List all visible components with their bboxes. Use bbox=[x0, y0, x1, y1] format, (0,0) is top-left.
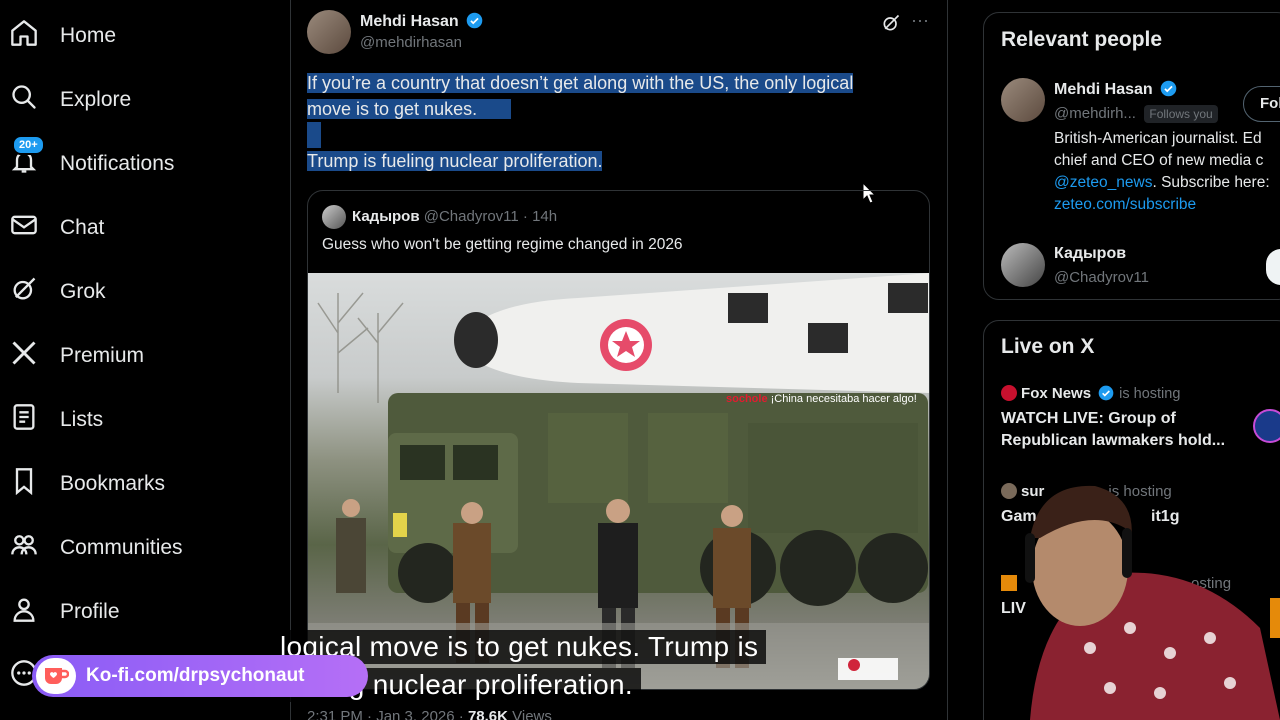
list-icon bbox=[10, 403, 38, 437]
person1-handle[interactable]: @mehdirh... bbox=[1054, 105, 1136, 122]
nav-label-bookmarks: Bookmarks bbox=[60, 472, 166, 495]
nav-label-lists: Lists bbox=[60, 408, 104, 431]
live-title-1: WATCH LIVE: Group of Republican lawmaker… bbox=[1001, 408, 1280, 452]
bio-url-link[interactable]: zeteo.com/subscribe bbox=[1054, 194, 1280, 216]
nav-label-notifications: Notifications bbox=[60, 152, 175, 175]
grok-icon bbox=[10, 275, 38, 309]
bookmark-icon bbox=[10, 467, 38, 501]
blank-line-selection bbox=[307, 122, 321, 148]
follow-button[interactable]: Fol bbox=[1243, 86, 1280, 122]
live-title-1-line-1: WATCH LIVE: Group of bbox=[1001, 410, 1176, 427]
tweet-text-line-2: move is to get nukes. bbox=[307, 99, 478, 119]
nav-item-explore[interactable]: Explore bbox=[10, 72, 131, 128]
tweet-detail: Mehdi Hasan @mehdirhasan ··· If you’re a… bbox=[291, 0, 947, 720]
verified-badge-icon bbox=[466, 12, 483, 29]
person1-name-row: Mehdi Hasan bbox=[1054, 80, 1177, 99]
tweet-timestamp[interactable]: 2:31 PM · Jan 3, 2026 · bbox=[307, 708, 464, 720]
kofi-cup-icon bbox=[36, 658, 76, 694]
quote-text: Guess who won't be getting regime change… bbox=[322, 236, 683, 253]
nav-item-bookmarks[interactable]: Bookmarks bbox=[10, 456, 165, 512]
quoted-tweet[interactable]: Кадыров @Chadyrov11 · 14h Guess who won'… bbox=[307, 190, 930, 690]
nav-item-premium[interactable]: Premium bbox=[10, 328, 144, 384]
media-overlay-user: sochole bbox=[726, 393, 768, 405]
bio-line-2: chief and CEO of new media c bbox=[1054, 152, 1264, 169]
notifications-badge: 20+ bbox=[12, 135, 45, 155]
person1-handle-row: @mehdirh... Follows you bbox=[1054, 105, 1218, 123]
nav-item-home[interactable]: Home bbox=[10, 8, 116, 64]
live-title-1-line-2: Republican lawmakers hold... bbox=[1001, 432, 1226, 449]
relevant-people-title: Relevant people bbox=[1001, 28, 1163, 51]
live-on-x-title: Live on X bbox=[1001, 335, 1095, 358]
nav-label-home: Home bbox=[60, 24, 117, 47]
mail-icon bbox=[10, 211, 38, 245]
x-logo-icon bbox=[10, 339, 38, 373]
relevant-people-panel: Relevant people Mehdi Hasan @mehdirh... … bbox=[983, 12, 1280, 300]
person2-name[interactable]: Кадыров bbox=[1054, 245, 1126, 263]
verified-badge-icon bbox=[1098, 385, 1115, 402]
tweet-text-line-3: Trump is fueling nuclear proliferation. bbox=[307, 151, 603, 171]
communities-icon bbox=[10, 531, 38, 565]
views-label: Views bbox=[512, 708, 552, 720]
tweet-text-line-1: If you’re a country that doesn’t get alo… bbox=[307, 73, 854, 93]
streamer-figure bbox=[1025, 485, 1280, 720]
nav-item-notifications[interactable]: 20+ Notifications bbox=[10, 135, 175, 192]
nav-item-lists[interactable]: Lists bbox=[10, 392, 103, 448]
fox-news-avatar bbox=[1001, 385, 1017, 401]
quote-age: · 14h bbox=[522, 208, 558, 225]
kofi-banner[interactable]: Ko-fi.com/drpsychonaut bbox=[32, 655, 368, 697]
quote-author-name: Кадыров bbox=[352, 208, 420, 225]
sidebar-nav: Home Explore 20+ Notifications Chat Grok… bbox=[0, 0, 290, 720]
tweet-text: If you’re a country that doesn’t get alo… bbox=[307, 70, 907, 174]
follows-you-badge: Follows you bbox=[1144, 105, 1218, 123]
nav-item-chat[interactable]: Chat bbox=[10, 200, 104, 256]
x-tweet-page: Home Explore 20+ Notifications Chat Grok… bbox=[0, 0, 1280, 720]
nav-label-profile: Profile bbox=[60, 600, 120, 623]
bell-icon: 20+ bbox=[10, 135, 45, 181]
person2-avatar[interactable] bbox=[1001, 243, 1045, 287]
nav-label-chat: Chat bbox=[60, 216, 105, 239]
person1-name[interactable]: Mehdi Hasan bbox=[1054, 81, 1153, 98]
streamer-webcam-overlay bbox=[1000, 478, 1280, 720]
person1-avatar[interactable] bbox=[1001, 78, 1045, 122]
person1-bio: British-American journalist. Ed chief an… bbox=[1054, 128, 1280, 216]
media-overlay-text: ¡China necesitaba hacer algo! bbox=[770, 393, 917, 405]
verified-badge-icon bbox=[1160, 80, 1177, 97]
person2-handle[interactable]: @Chadyrov11 bbox=[1054, 269, 1149, 286]
bio-line-1: British-American journalist. Ed bbox=[1054, 130, 1262, 147]
author-name[interactable]: Mehdi Hasan bbox=[360, 13, 459, 30]
live-host-1: Fox News bbox=[1021, 385, 1092, 402]
nav-label-grok: Grok bbox=[60, 280, 106, 303]
fox-news-live-thumb bbox=[1253, 409, 1280, 443]
views-count: 78.6K bbox=[467, 708, 508, 720]
live-item-1[interactable]: Fox News is hosting WATCH LIVE: Group of… bbox=[1001, 385, 1280, 452]
tweet-meta: 2:31 PM · Jan 3, 2026 · 78.6K Views bbox=[307, 708, 552, 720]
bio-mention-link[interactable]: @zeteo_news bbox=[1054, 174, 1152, 191]
main-right-border bbox=[947, 0, 948, 720]
quote-media-image[interactable]: sochole ¡China necesitaba hacer algo! bbox=[308, 273, 929, 689]
media-overlay-caption: sochole ¡China necesitaba hacer algo! bbox=[726, 393, 917, 405]
author-avatar[interactable] bbox=[307, 10, 351, 54]
text-selection-gap bbox=[477, 99, 512, 119]
bio-after-mention: . Subscribe here: bbox=[1152, 174, 1270, 191]
home-icon bbox=[10, 19, 38, 53]
author-handle[interactable]: @mehdirhasan bbox=[360, 34, 483, 51]
nav-label-communities: Communities bbox=[60, 536, 183, 559]
more-options-icon[interactable]: ··· bbox=[911, 10, 929, 31]
missile-launcher-scene bbox=[308, 273, 929, 689]
kofi-link-text: Ko-fi.com/drpsychonaut bbox=[86, 665, 305, 686]
nav-item-grok[interactable]: Grok bbox=[10, 264, 106, 320]
profile-icon bbox=[10, 595, 38, 629]
person2-follow-button[interactable] bbox=[1266, 249, 1280, 285]
quote-author-line: Кадыров @Chadyrov11 · 14h bbox=[352, 208, 557, 225]
nav-label-premium: Premium bbox=[60, 344, 145, 367]
nav-item-profile[interactable]: Profile bbox=[10, 584, 120, 640]
quote-author-avatar bbox=[322, 205, 346, 229]
grok-analyze-icon[interactable] bbox=[881, 13, 901, 38]
search-icon bbox=[10, 83, 38, 117]
nav-label-explore: Explore bbox=[60, 88, 132, 111]
nav-item-communities[interactable]: Communities bbox=[10, 520, 183, 576]
live-status-1: is hosting bbox=[1119, 386, 1181, 402]
author-block: Mehdi Hasan @mehdirhasan bbox=[360, 12, 483, 51]
quote-author-handle: @Chadyrov11 bbox=[423, 208, 519, 225]
